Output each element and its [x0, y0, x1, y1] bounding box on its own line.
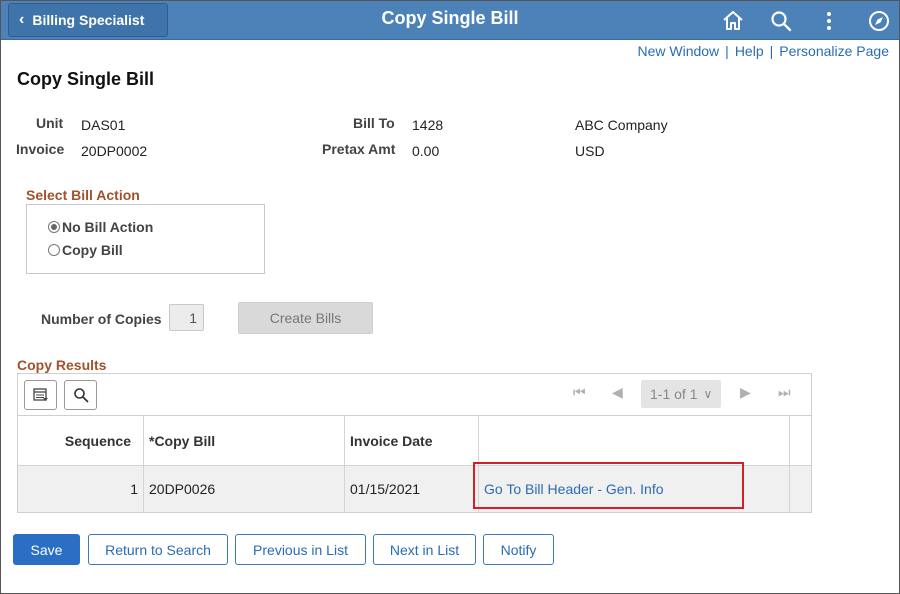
grid-toolbar: ⏮ ◀ 1-1 of 1 ∨ ▶ ⏭	[18, 374, 811, 416]
invoice-label: Invoice	[16, 141, 65, 157]
bill-to-value: 1428	[412, 117, 444, 133]
next-in-list-button[interactable]: Next in List	[373, 534, 476, 565]
bill-action-group: No Bill Action Copy Bill	[26, 204, 265, 274]
new-window-link[interactable]: New Window	[637, 43, 719, 59]
column-header-link	[479, 416, 790, 465]
column-header-invoice-date[interactable]: Invoice Date	[345, 416, 479, 465]
column-header-copy-bill[interactable]: *Copy Bill	[144, 416, 345, 465]
cell-copy-bill: 20DP0026	[144, 465, 345, 512]
number-of-copies-field[interactable]: 1	[169, 304, 204, 331]
no-bill-action-label: No Bill Action	[62, 219, 154, 235]
save-button[interactable]: Save	[13, 534, 80, 565]
create-bills-button[interactable]: Create Bills	[238, 302, 373, 334]
number-of-copies-label: Number of Copies	[41, 311, 162, 327]
unit-value: DAS01	[81, 117, 126, 133]
column-header-sequence[interactable]: Sequence	[18, 416, 144, 465]
home-icon[interactable]	[721, 9, 745, 33]
page-title: Copy Single Bill	[17, 69, 155, 89]
first-page-icon[interactable]: ⏮	[573, 384, 586, 401]
pretax-amt-value: 0.00	[412, 143, 440, 159]
currency-value: USD	[575, 143, 605, 159]
invoice-value: 20DP0002	[81, 143, 148, 159]
pretax-amt-label: Pretax Amt	[322, 141, 396, 157]
separator: |	[725, 43, 729, 59]
chevron-down-icon: ∨	[703, 387, 713, 401]
previous-in-list-button[interactable]: Previous in List	[235, 534, 366, 565]
bill-to-label: Bill To	[353, 115, 395, 131]
select-bill-action-title: Select Bill Action	[26, 187, 140, 203]
page-range-value: 1-1 of 1	[650, 386, 698, 402]
next-page-icon[interactable]: ▶	[740, 384, 751, 401]
last-page-icon[interactable]: ⏭	[778, 384, 791, 401]
page-range-select[interactable]: 1-1 of 1 ∨	[641, 380, 721, 408]
navbar-icon[interactable]	[867, 9, 891, 33]
banner-title: Copy Single Bill	[381, 8, 519, 28]
radio-unselected-icon[interactable]	[48, 244, 60, 256]
previous-page-icon[interactable]: ◀	[612, 384, 623, 401]
separator: |	[769, 43, 774, 59]
notify-button[interactable]: Notify	[483, 534, 554, 565]
utility-links: New Window | Help | Personalize Page	[637, 43, 889, 59]
top-banner: ‹ Billing Specialist Copy Single Bill	[1, 1, 899, 40]
return-to-search-button[interactable]: Return to Search	[88, 534, 228, 565]
no-bill-action-radio[interactable]: No Bill Action	[48, 219, 153, 235]
actions-menu-icon[interactable]	[817, 9, 841, 33]
grid-search-icon[interactable]	[64, 380, 97, 410]
cell-invoice-date: 01/15/2021	[345, 465, 479, 512]
cell-spacer	[790, 465, 811, 512]
bill-to-name: ABC Company	[575, 117, 668, 133]
personalize-grid-icon[interactable]	[24, 380, 57, 410]
copy-results-title: Copy Results	[17, 357, 107, 373]
column-header-spacer	[790, 416, 811, 465]
copy-bill-radio[interactable]: Copy Bill	[48, 242, 123, 258]
unit-label: Unit	[36, 115, 64, 131]
personalize-page-link[interactable]: Personalize Page	[779, 43, 889, 59]
help-link[interactable]: Help	[735, 43, 764, 59]
copy-bill-label: Copy Bill	[62, 242, 123, 258]
cell-sequence: 1	[18, 465, 144, 512]
search-icon[interactable]	[769, 9, 793, 33]
highlight-box	[473, 462, 744, 509]
radio-selected-icon[interactable]	[48, 221, 60, 233]
